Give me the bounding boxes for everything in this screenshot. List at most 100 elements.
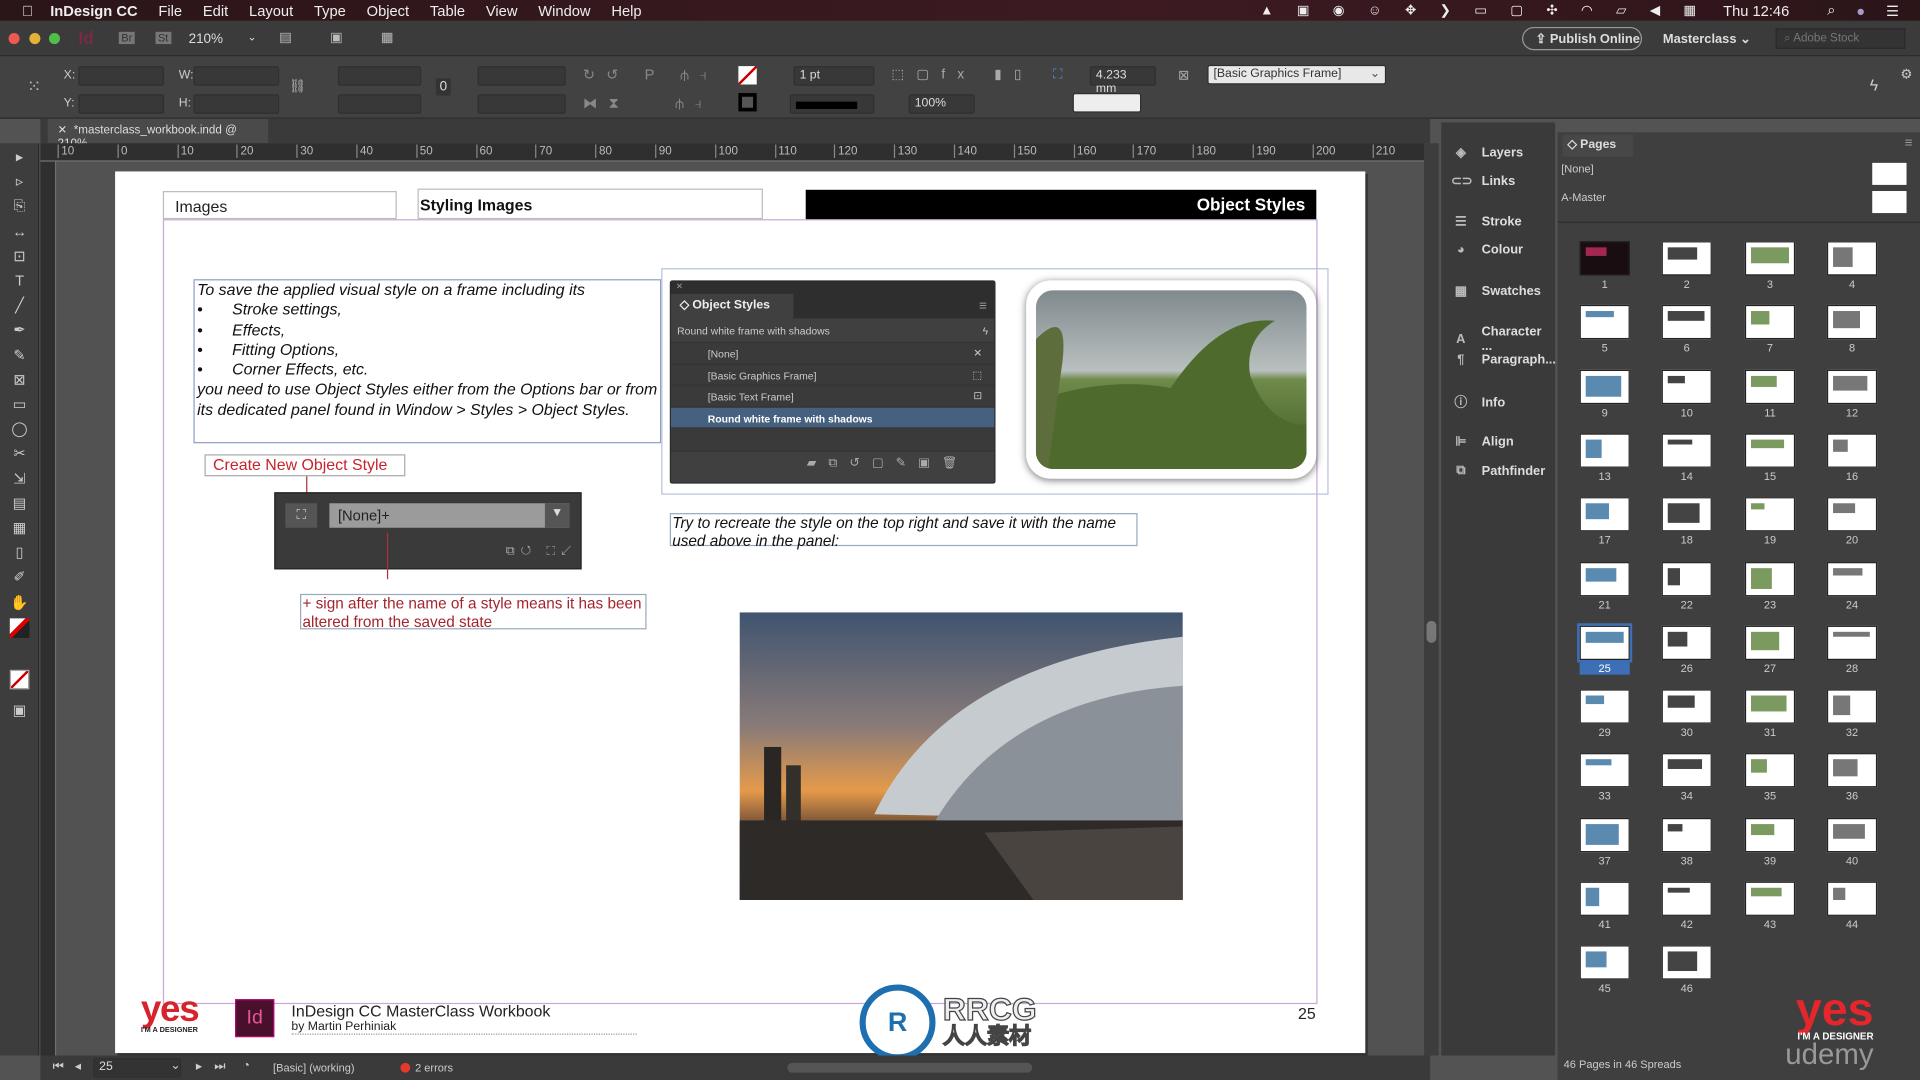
page-thumbnail[interactable] [1579, 881, 1630, 916]
opera-house-photo[interactable] [739, 612, 1183, 901]
tool-icon[interactable]: ↔ [10, 221, 30, 241]
fill-swatch[interactable] [738, 66, 757, 85]
page-thumbnail[interactable] [1579, 433, 1630, 468]
page-thumbnail[interactable] [1744, 305, 1796, 340]
menu-help[interactable]: Help [611, 2, 641, 19]
page-thumbnail[interactable] [1579, 945, 1630, 980]
page-thumbnail[interactable] [1661, 433, 1712, 468]
tool-icon[interactable]: ▤ [10, 493, 30, 513]
link-scale-icon[interactable]: 0 [435, 78, 451, 96]
page-thumbnail[interactable] [1826, 881, 1878, 916]
create-style-callout[interactable]: Create New Object Style [204, 454, 406, 477]
panel-menu-icon[interactable]: ≡ [1905, 136, 1913, 151]
dock-swatches[interactable]: ▦ Swatches [1451, 284, 1541, 299]
page-thumbnail[interactable] [1826, 433, 1878, 468]
object-style-widget-screenshot[interactable]: ⛶ [None]+ ▾ ⧉↺ ⛶↙ [274, 492, 582, 570]
page-dropdown[interactable]: ⌄ [170, 1059, 180, 1072]
tool-icon[interactable]: ⎘ [10, 196, 30, 216]
tool-icon[interactable]: ▸ [10, 147, 30, 167]
page-thumbnail[interactable] [1826, 497, 1878, 532]
spotlight-icon[interactable]: ⌕ [1827, 1, 1835, 19]
tool-icon[interactable]: ▹ [10, 172, 30, 192]
prev-page-button[interactable]: ◂ [75, 1060, 81, 1073]
constrain-proportions-icon[interactable]: ⛓ [289, 78, 306, 95]
dock-character[interactable]: A Character ... [1451, 324, 1555, 353]
tool-icon[interactable]: ╱ [10, 295, 30, 315]
screen-mode-icon[interactable]: ▣ [10, 700, 30, 720]
corner-options-icon[interactable]: ⛶ [1053, 67, 1062, 83]
scale-y-field[interactable] [337, 94, 422, 114]
tool-icon[interactable]: ⇲ [10, 468, 30, 488]
minimize-window-button[interactable] [29, 33, 41, 45]
menu-layout[interactable]: Layout [249, 2, 293, 19]
section-label-box[interactable]: Images [162, 191, 397, 220]
vertical-scrollbar[interactable] [1424, 143, 1439, 1056]
intro-text-frame[interactable]: To save the applied visual style on a fr… [193, 279, 662, 444]
page-thumbnail[interactable] [1744, 369, 1796, 404]
tool-icon[interactable]: ✎ [10, 345, 30, 365]
page-thumbnail[interactable] [1744, 881, 1796, 916]
dock-layers[interactable]: ◈ Layers [1451, 146, 1523, 161]
dock-pathfinder[interactable]: ⧉ Pathfinder [1451, 463, 1545, 479]
page-thumbnail[interactable] [1826, 241, 1878, 276]
page-thumbnail[interactable] [1579, 817, 1630, 852]
tool-icon[interactable]: ✐ [10, 567, 30, 587]
app-name[interactable]: InDesign CC [50, 2, 137, 19]
y-field[interactable] [78, 94, 165, 114]
styled-photo-landscape[interactable] [1026, 280, 1317, 479]
page-thumbnail[interactable] [1661, 689, 1712, 724]
master-none[interactable]: [None] [1561, 162, 1916, 187]
horizontal-scrollbar[interactable] [787, 1062, 1033, 1073]
last-page-button[interactable]: ⏭ [214, 1060, 225, 1073]
notifications-icon[interactable]: ☰ [1886, 2, 1899, 19]
page-thumbnail[interactable] [1579, 369, 1630, 404]
height-field[interactable] [193, 94, 280, 114]
object-style-dropdown[interactable]: [Basic Graphics Frame] ⌄ [1207, 64, 1387, 85]
page-thumbnail[interactable] [1579, 305, 1630, 340]
corner-shape-dropdown[interactable] [1072, 93, 1142, 113]
preflight-icon[interactable]: ◔ [242, 1059, 249, 1072]
tool-icon[interactable]: ✒ [10, 320, 30, 340]
zoom-level[interactable]: 210% [189, 32, 223, 47]
page-thumbnail[interactable] [1744, 433, 1796, 468]
dock-colour[interactable]: ◕ Colour [1451, 242, 1523, 257]
object-style-item[interactable]: [Basic Graphics Frame] ⬚ [671, 364, 995, 386]
text-wrap-icons[interactable]: ▮▯ [994, 66, 1033, 82]
page-thumbnail[interactable] [1661, 369, 1712, 404]
object-style-item[interactable]: [None] ✕ [671, 343, 995, 365]
publish-online-button[interactable]: ⇪ Publish Online [1522, 26, 1643, 51]
page-thumbnail[interactable] [1744, 241, 1796, 276]
page-thumbnail[interactable] [1744, 753, 1796, 788]
page-thumbnail[interactable] [1744, 561, 1796, 596]
fill-stroke-swatch-icon[interactable] [9, 618, 30, 638]
page-thumbnail[interactable] [1826, 625, 1878, 660]
corner-size-field[interactable]: 4.233 mm [1089, 66, 1156, 96]
tool-icon[interactable]: ⊡ [10, 246, 30, 266]
page-thumbnail[interactable] [1661, 241, 1712, 276]
page-thumbnail[interactable] [1579, 241, 1630, 276]
view-options-icon[interactable]: ▤ ▣ ▦ [279, 29, 410, 46]
x-field[interactable] [78, 66, 165, 86]
page-thumbnail[interactable] [1579, 561, 1630, 596]
scale-x-field[interactable] [337, 66, 422, 86]
rotation-field[interactable] [477, 66, 566, 86]
page-thumbnail[interactable] [1744, 817, 1796, 852]
menu-table[interactable]: Table [430, 2, 465, 19]
next-page-button[interactable]: ▸ [196, 1060, 202, 1073]
apple-icon[interactable]:  [22, 2, 33, 19]
tool-icon[interactable]: ▦ [10, 518, 30, 538]
object-style-item[interactable]: [Basic Text Frame] ⊡ [671, 386, 995, 408]
siri-icon[interactable]: ● [1856, 2, 1865, 19]
tool-icon[interactable]: ⊠ [10, 370, 30, 390]
page-thumbnail[interactable] [1661, 817, 1712, 852]
tool-icon[interactable]: ✂ [10, 444, 30, 464]
width-field[interactable] [193, 66, 280, 86]
page-thumbnail[interactable] [1826, 369, 1878, 404]
opacity-field[interactable]: 100% [908, 94, 975, 114]
object-styles-panel-screenshot[interactable]: ✕ ◇ Object Styles ≡ Round white frame wit… [669, 280, 996, 484]
page-thumbnail[interactable] [1744, 497, 1796, 532]
dock-align[interactable]: ⊫ Align [1451, 435, 1514, 450]
page-thumbnail[interactable] [1579, 497, 1630, 532]
chapter-banner[interactable]: Object Styles [805, 189, 1317, 220]
pages-panel-tab[interactable]: ◇ Pages [1562, 134, 1634, 157]
